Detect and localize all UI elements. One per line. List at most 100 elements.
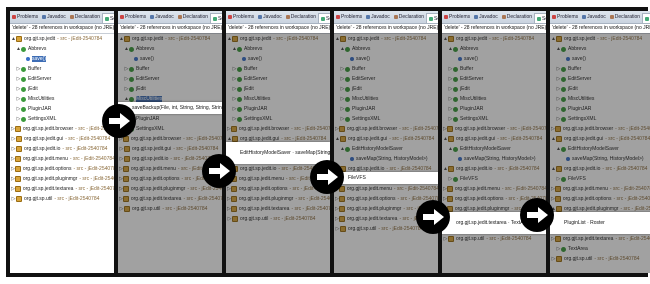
tree-row[interactable]: ▷ Buffer — [10, 64, 114, 74]
tab-problems[interactable]: Problems — [10, 14, 40, 20]
tab-search[interactable]: Search — [534, 12, 546, 23]
tree-row[interactable]: ▷org.gjt.sp.jedit.textarea- src - jEdit-… — [10, 184, 114, 194]
tab-search[interactable]: Search — [210, 12, 222, 23]
tree-row[interactable]: ▷TextArea — [550, 244, 650, 254]
tree-row[interactable]: ▲ org.gjt.sp.jedit.gui - src - jEdit-25407… — [442, 134, 546, 144]
tree-row[interactable]: ▷ org.gjt.sp.util - src - jEdit-2540784 — [550, 254, 650, 264]
tree-row[interactable]: ▷org.gjt.sp.jedit.options- src - jEdit-2… — [550, 194, 650, 204]
tab-declaration[interactable]: Declaration — [176, 14, 210, 20]
tree-row[interactable]: ▷ org.gjt.sp.jedit.browser - src - jEdit-2… — [226, 124, 330, 134]
tree-row[interactable]: ▷ org.gjt.sp.jedit.gui - src - jEdit-25407… — [118, 144, 222, 154]
tree-row[interactable]: ▷ org.gjt.sp.util - src - jEdit-2540784 — [10, 194, 114, 204]
tree-row[interactable]: ▷ EditServer — [10, 74, 114, 84]
tab-declaration[interactable]: Declaration — [608, 14, 642, 20]
tree-row[interactable]: ▷ MiscUtilities — [550, 94, 650, 104]
tree-row[interactable]: ▷org.gjt.sp.jedit.options- src - jEdit-2… — [10, 164, 114, 174]
tree-row[interactable]: ▲EditHistoryModelSaver — [334, 144, 438, 154]
tree-row[interactable]: ▷org.gjt.sp.jedit.pluginmgr- src - jEdit… — [10, 174, 114, 184]
tree-row[interactable]: ▷SettingsXML — [334, 114, 438, 124]
tree-row[interactable]: saveMap(String, HistoryModel>) — [550, 154, 650, 164]
tab-search[interactable]: Search — [426, 12, 438, 23]
tree-row[interactable]: ▷org.gjt.sp.jedit.io- src - jEdit-254078… — [10, 144, 114, 154]
tab-javadoc[interactable]: Javadoc — [148, 14, 176, 20]
tab-javadoc[interactable]: Javadoc — [364, 14, 392, 20]
tab-search[interactable]: Search — [642, 12, 650, 23]
tree-row[interactable]: ▷ EditServer — [550, 74, 650, 84]
tree-row[interactable]: ▷ org.gjt.sp.jedit.browser - src - jEdit-2… — [442, 124, 546, 134]
tree-row[interactable]: save() — [118, 54, 222, 64]
tree-row[interactable]: ▷ MiscUtilities — [10, 94, 114, 104]
tab-problems[interactable]: Problems — [550, 14, 580, 20]
tab-javadoc[interactable]: Javadoc — [40, 14, 68, 20]
tree-row[interactable]: ▷ jEdit — [550, 84, 650, 94]
tree-row[interactable]: ▷ MiscUtilities — [226, 94, 330, 104]
tree-row[interactable]: ▷org.gjt.sp.jedit.textarea- src - jEdit-… — [226, 204, 330, 214]
tree-row[interactable]: ▷org.gjt.sp.jedit.menu- src - jEdit-2540… — [334, 184, 438, 194]
tree-row[interactable]: ▷FileVFS — [442, 174, 546, 184]
tree-row[interactable]: ▷PluginJAR — [550, 104, 650, 114]
tree-row[interactable]: ▷ jEdit — [10, 84, 114, 94]
tree-row[interactable]: ▲ Abbrevs — [550, 44, 650, 54]
tree-row[interactable]: ▷ EditServer — [334, 74, 438, 84]
tree-row[interactable]: ▲ org.gjt.sp.jedit - src - jEdit-2540784 — [226, 34, 330, 44]
tree-row[interactable]: ▷FileVFS — [550, 174, 650, 184]
tab-problems[interactable]: Problems — [226, 14, 256, 20]
tree-row[interactable]: ▷PluginJAR — [442, 104, 546, 114]
tree-row[interactable]: ▲ Abbrevs — [10, 44, 114, 54]
tree-row[interactable]: ▲ Abbrevs — [226, 44, 330, 54]
tab-problems[interactable]: Problems — [442, 14, 472, 20]
tree-row[interactable]: ▷ org.gjt.sp.jedit.gui - src - jEdit-25407… — [10, 134, 114, 144]
tree-row[interactable]: ▷ org.gjt.sp.util - src - jEdit-2540784 — [226, 214, 330, 224]
tab-declaration[interactable]: Declaration — [68, 14, 102, 20]
tree-row[interactable]: ▷ MiscUtilities — [442, 94, 546, 104]
tree-row[interactable]: ▷ org.gjt.sp.jedit.browser - src - jEdit-2… — [550, 124, 650, 134]
tree-row[interactable]: ▲ org.gjt.sp.jedit.gui - src - jEdit-25407… — [334, 134, 438, 144]
tree-row[interactable]: save() — [550, 54, 650, 64]
tree-row[interactable]: ▷ Buffer — [550, 64, 650, 74]
tree-row[interactable]: ▲ org.gjt.sp.jedit - src - jEdit-2540784 — [550, 34, 650, 44]
tree-row[interactable]: ▷ Buffer — [334, 64, 438, 74]
tree-row[interactable]: ▷ EditServer — [118, 74, 222, 84]
tree-row[interactable]: ▲EditHistoryModelSaver — [550, 144, 650, 154]
tree-row[interactable]: ▷ org.gjt.sp.util - src - jEdit-2540784 — [118, 204, 222, 214]
tree-row[interactable]: ▷ Buffer — [442, 64, 546, 74]
tab-javadoc[interactable]: Javadoc — [256, 14, 284, 20]
tree-row[interactable]: save() — [10, 54, 114, 64]
tree-row[interactable]: ▷ Buffer — [226, 64, 330, 74]
tree-row[interactable]: ▷ org.gjt.sp.jedit.browser - src - jEdit-2… — [10, 124, 114, 134]
tree-row[interactable]: ▷SettingsXML — [10, 114, 114, 124]
tree-row[interactable]: ▷ jEdit — [334, 84, 438, 94]
tab-javadoc[interactable]: Javadoc — [472, 14, 500, 20]
tab-problems[interactable]: Problems — [118, 14, 148, 20]
tree-row[interactable]: ▷org.gjt.sp.jedit.menu- src - jEdit-2540… — [10, 154, 114, 164]
tree-row[interactable]: ▷ jEdit — [442, 84, 546, 94]
tree-row[interactable]: ▷ MiscUtilities — [334, 94, 438, 104]
tree-row[interactable]: ▷org.gjt.sp.jedit.pluginmgr- src - jEdit… — [226, 194, 330, 204]
tree-row[interactable]: ▲ Abbrevs — [442, 44, 546, 54]
tab-search[interactable]: Search — [318, 12, 330, 23]
tree-row[interactable]: saveMap(String, HistoryModel>) — [442, 154, 546, 164]
tree-row[interactable]: save() — [442, 54, 546, 64]
tree-row[interactable]: ▲ org.gjt.sp.jedit - src - jEdit-2540784 — [334, 34, 438, 44]
tree-row[interactable]: save() — [226, 54, 330, 64]
tree-row[interactable]: ▲org.gjt.sp.jedit.io- src - jEdit-254078… — [550, 164, 650, 174]
tree-row[interactable]: ▷SettingsXML — [226, 114, 330, 124]
tree-row[interactable]: ▷ EditServer — [226, 74, 330, 84]
tab-declaration[interactable]: Declaration — [284, 14, 318, 20]
tree-row[interactable]: ▷ org.gjt.sp.util - src - jEdit-2540784 — [442, 234, 546, 244]
tree-row[interactable]: ▷org.gjt.sp.jedit.textarea- src - jEdit-… — [118, 194, 222, 204]
tree-row[interactable]: ▷SettingsXML — [442, 114, 546, 124]
tab-problems[interactable]: Problems — [334, 14, 364, 20]
tree-row[interactable]: ▷PluginJAR — [10, 104, 114, 114]
tree-row[interactable]: ▲ Abbrevs — [118, 44, 222, 54]
tree-row[interactable]: ▷PluginJAR — [226, 104, 330, 114]
tree-row[interactable]: ▷ org.gjt.sp.jedit.browser - src - jEdit-2… — [334, 124, 438, 134]
tree-row[interactable]: ▲org.gjt.sp.jedit.io- src - jEdit-254078… — [442, 164, 546, 174]
tree-row[interactable]: saveMap(String, HistoryModel>) — [334, 154, 438, 164]
tree-row[interactable]: ▲ org.gjt.sp.jedit - src - jEdit-2540784 — [10, 34, 114, 44]
tab-javadoc[interactable]: Javadoc — [580, 14, 608, 20]
tree-row[interactable]: ▷org.gjt.sp.jedit.menu- src - jEdit-2540… — [442, 184, 546, 194]
tree-row[interactable]: ▷ jEdit — [226, 84, 330, 94]
tree-row[interactable]: save() — [334, 54, 438, 64]
tree-row[interactable]: ▲EditHistoryModelSaver — [442, 144, 546, 154]
